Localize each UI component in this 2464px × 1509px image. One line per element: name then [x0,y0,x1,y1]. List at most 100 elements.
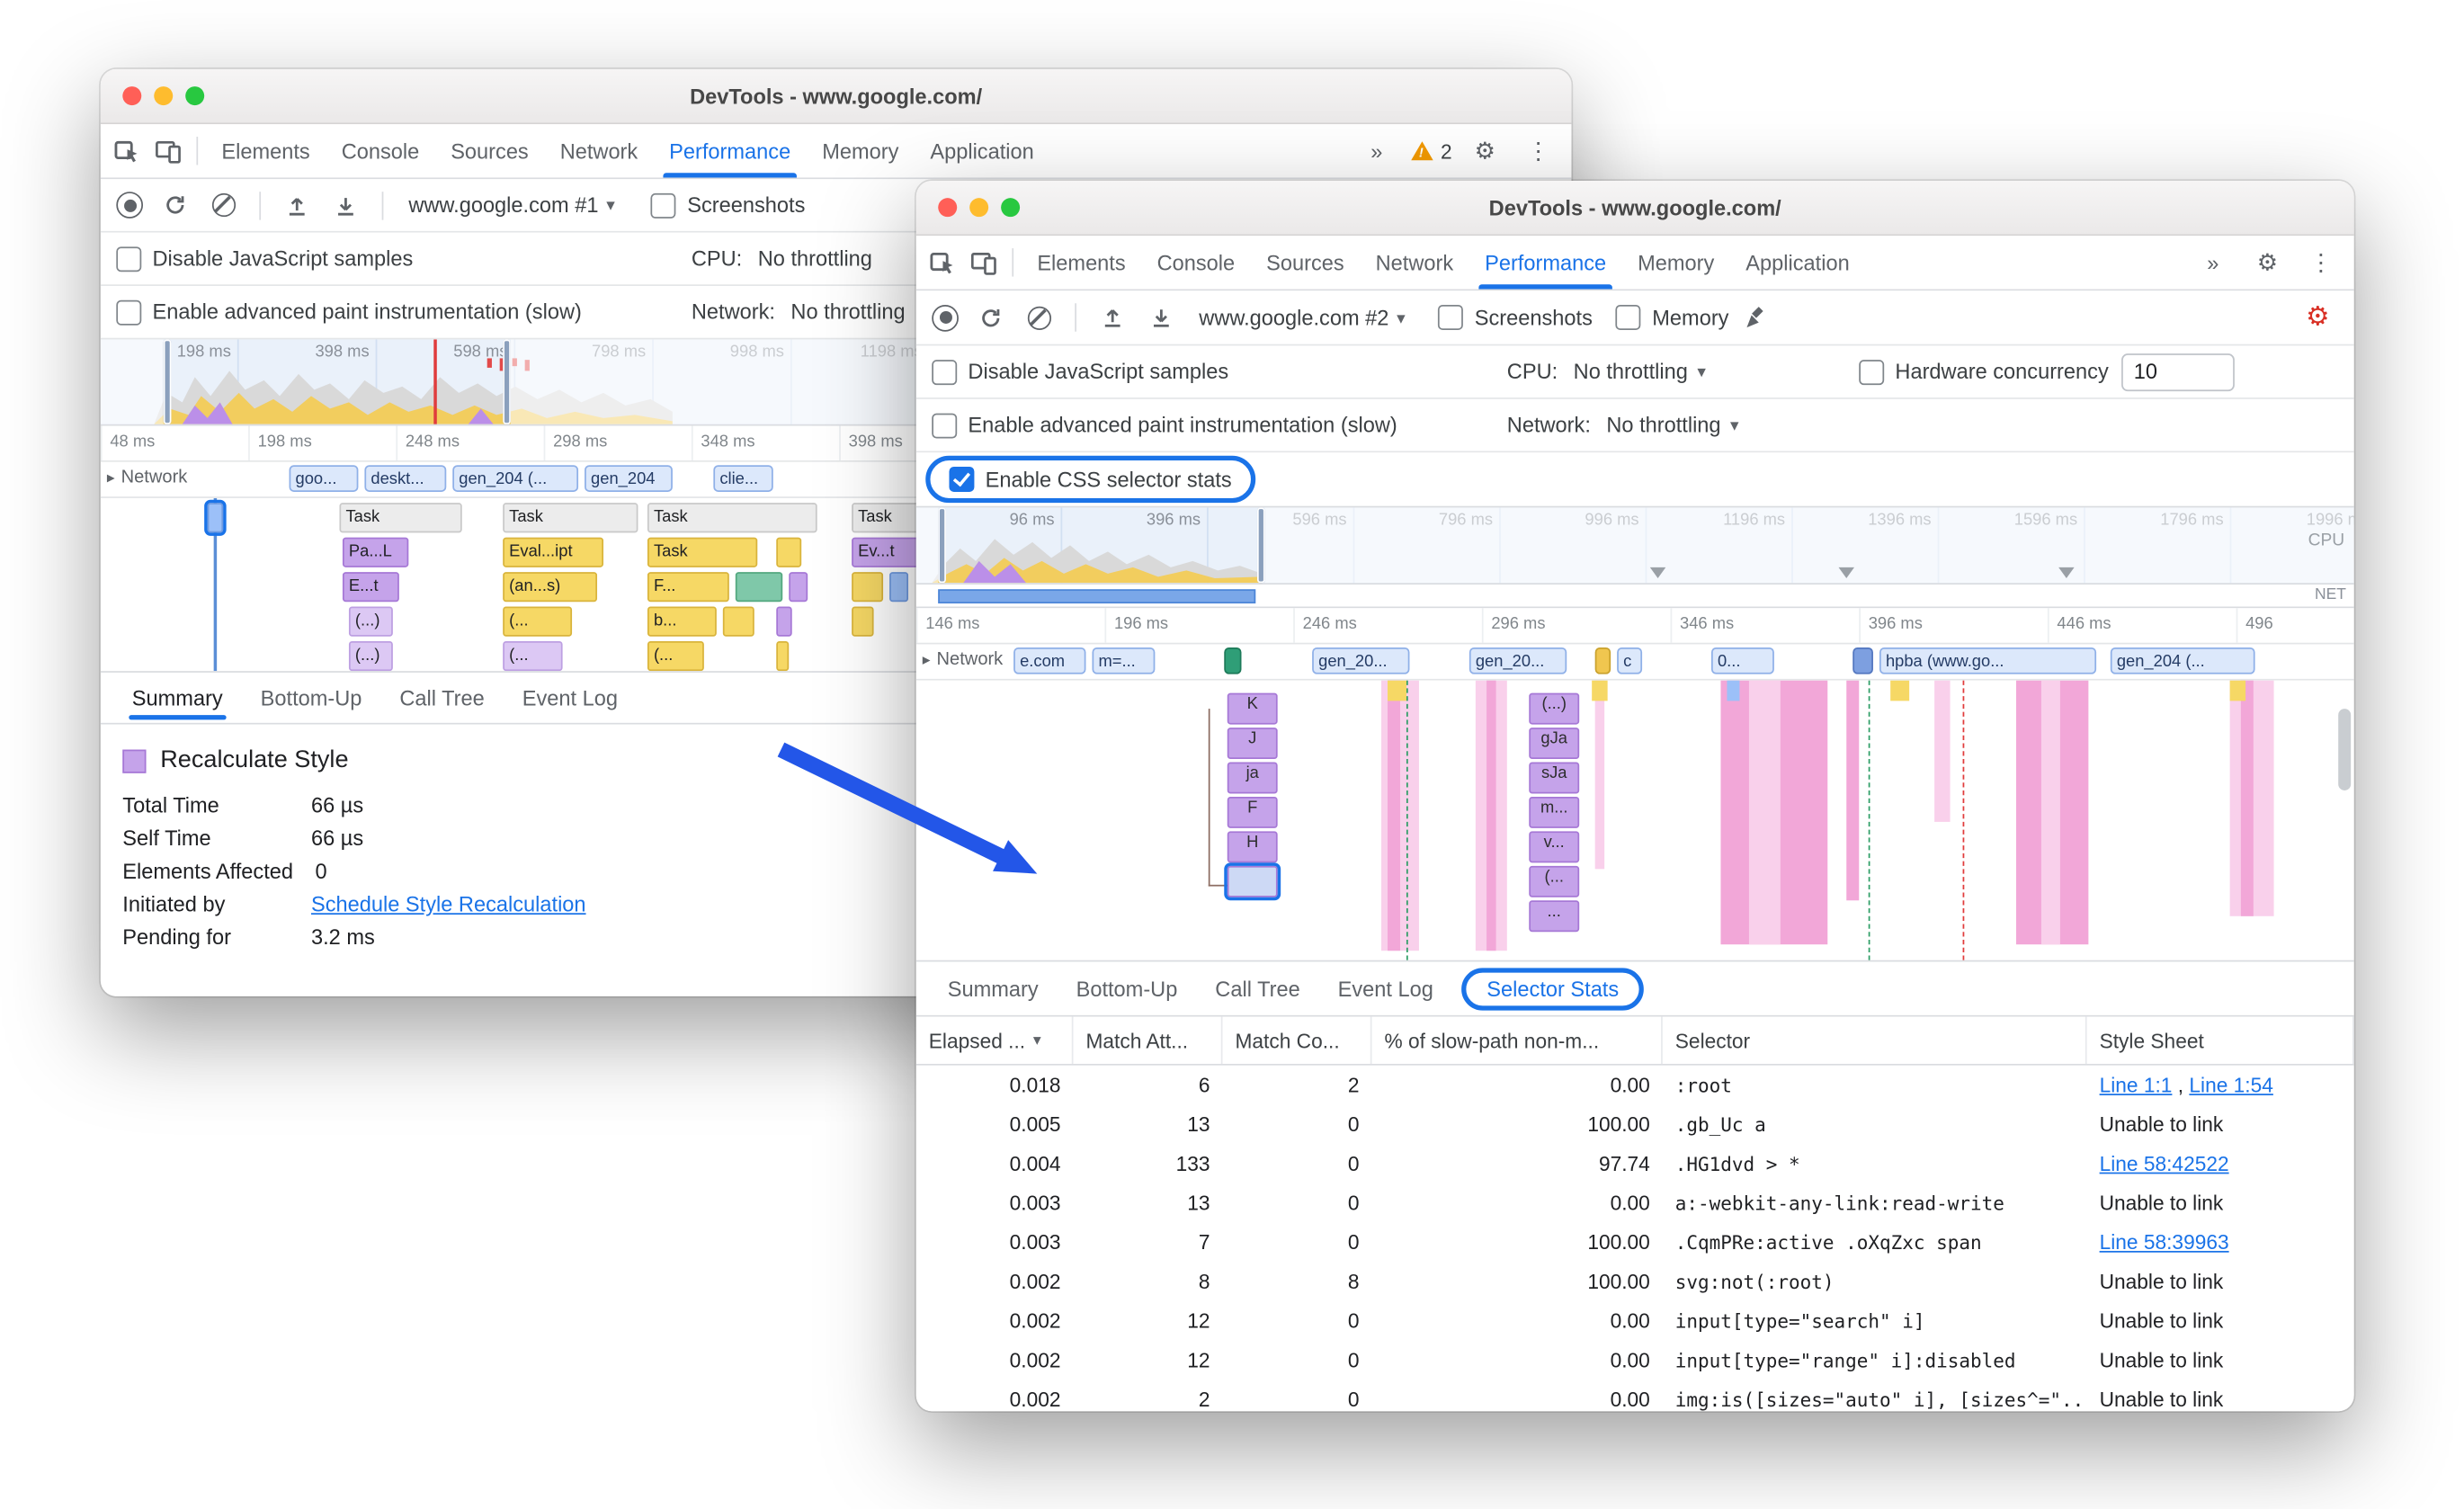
reload-and-record-icon[interactable] [969,306,1010,329]
more-tabs-chevron[interactable]: » [1355,139,1398,163]
download-profile-icon[interactable] [1141,307,1182,328]
device-toolbar-icon[interactable] [963,236,1004,289]
clear-icon[interactable] [1018,305,1058,330]
column-header-elapsed-[interactable]: Elapsed ... ▾ [916,1016,1074,1065]
collect-garbage-icon[interactable] [1736,305,1777,330]
cpu-throttling-select[interactable]: No throttling ▾ [1574,360,1706,383]
network-request[interactable] [1224,647,1242,674]
flame-block[interactable] [776,640,790,672]
tab-network[interactable]: Network [544,124,653,177]
table-row[interactable]: 0.004 133 0 97.74 .HG1dvd > * Line 58:42522 [916,1144,2354,1183]
upload-profile-icon[interactable] [1092,307,1132,328]
flame-block[interactable]: v... [1529,831,1580,863]
zoom-window-button[interactable] [1001,198,1021,218]
flame-block[interactable] [204,499,227,536]
selection-handle-right[interactable] [503,339,511,424]
network-throttling-select[interactable]: No throttling ▾ [1606,414,1738,437]
vertical-scrollbar[interactable] [2338,709,2352,790]
flame-block[interactable]: Task [647,537,758,567]
profile-history-select[interactable]: www.google.com #1 ▾ [399,193,625,217]
selection-handle-left[interactable] [163,339,172,424]
close-window-button[interactable] [938,198,958,218]
tab-summary[interactable]: Summary [932,969,1054,1008]
more-tabs-chevron[interactable]: » [2192,251,2235,274]
flame-block[interactable] [852,572,884,603]
minimize-window-button[interactable] [969,198,989,218]
titlebar[interactable]: DevTools - www.google.com/ [915,180,2354,237]
inspect-element-icon[interactable] [107,124,147,177]
table-row[interactable]: 0.018 6 2 0.00:root Line 1:1 , Line 1:54 [916,1066,2354,1105]
selection-handle-left[interactable] [938,507,946,584]
table-row[interactable]: 0.003 7 0 100.00 .CqmPRe:active .oXqZxc span… [916,1223,2354,1263]
flame-block[interactable]: m... [1529,796,1580,828]
minimize-window-button[interactable] [154,86,174,106]
zoom-window-button[interactable] [185,86,205,106]
tab-bottom-up[interactable]: Bottom-Up [1060,969,1193,1008]
hardware-concurrency-checkbox[interactable]: Hardware concurrency [1859,359,2109,385]
flame-block[interactable]: Eval...ipt [503,537,604,567]
advanced-paint-checkbox[interactable]: Enable advanced paint instrumentation (s… [932,412,1397,438]
column-header--of-slow-path-non-m-[interactable]: % of slow-path non-m... [1372,1016,1663,1065]
flame-block[interactable]: (... [503,640,563,672]
flame-block[interactable]: gJa [1529,728,1580,760]
enable-css-selector-stats-checkbox[interactable]: Enable CSS selector stats [949,466,1232,492]
download-profile-icon[interactable] [326,194,366,216]
stylesheet-link[interactable]: Line 1:54 [2189,1074,2272,1097]
tab-sources[interactable]: Sources [1251,236,1361,289]
flame-block[interactable] [789,572,808,603]
flame-block[interactable]: (... [647,640,704,672]
summary-value[interactable]: Schedule Style Recalculation [311,893,586,916]
tab-network[interactable]: Network [1360,236,1469,289]
advanced-paint-checkbox[interactable]: Enable advanced paint instrumentation (s… [116,299,582,325]
hardware-concurrency-input[interactable]: 10 [2120,353,2235,391]
flame-block[interactable]: E...t [342,572,399,603]
disable-js-samples-checkbox[interactable]: Disable JavaScript samples [932,359,1228,385]
issues-warning-badge[interactable]: 2 [1410,139,1452,163]
tab-application[interactable]: Application [915,124,1049,177]
flame-block[interactable]: F [1227,796,1278,828]
flame-block[interactable]: Pa...L [342,537,409,567]
network-request[interactable]: gen_204 [585,465,673,492]
column-header-selector[interactable]: Selector [1663,1016,2087,1065]
network-request[interactable]: e.com [1013,647,1086,674]
stylesheet-link[interactable]: Line 1:1 [2100,1074,2173,1097]
table-row[interactable]: 0.002 12 0 0.00 input[type="range" i]:disabl… [916,1341,2354,1380]
flame-block[interactable]: (...) [348,640,393,672]
tab-console[interactable]: Console [1141,236,1251,289]
network-request[interactable] [1852,647,1873,674]
main-thread-flame-chart[interactable]: K Jja F H (...) gJa sJa m... v... (...... [915,680,2354,962]
tab-performance[interactable]: Performance [1469,236,1622,290]
tab-selector-stats[interactable]: Selector Stats [1461,967,1645,1010]
stylesheet-link[interactable]: Line 58:42522 [2100,1152,2229,1175]
network-request[interactable]: 0... [1710,647,1774,674]
flame-block[interactable]: K [1227,692,1278,725]
titlebar[interactable]: DevTools - www.google.com/ [100,68,1572,125]
flame-block[interactable]: ... [1529,900,1580,933]
memory-checkbox[interactable]: Memory [1616,305,1728,330]
tab-summary[interactable]: Summary [116,678,238,719]
tab-event-log[interactable]: Event Log [506,678,633,718]
table-row[interactable]: 0.002 2 0 0.00 img:is([sizes="auto" i], [siz… [916,1380,2354,1411]
settings-gear-icon[interactable]: ⚙ [1465,137,1505,165]
tab-call-tree[interactable]: Call Tree [1200,969,1316,1008]
network-request[interactable]: gen_20... [1469,647,1567,674]
network-request[interactable]: gen_20... [1312,647,1410,674]
column-header-match-co-[interactable]: Match Co... [1223,1016,1372,1065]
tab-console[interactable]: Console [326,124,435,177]
cpu-throttling-select[interactable]: No throttling [758,246,872,270]
flame-block[interactable]: Task [503,503,638,533]
screenshots-checkbox[interactable]: Screenshots [1438,305,1593,330]
screenshots-checkbox[interactable]: Screenshots [651,192,805,219]
network-request[interactable]: c [1617,647,1643,674]
flame-block[interactable] [889,572,909,603]
disable-js-samples-checkbox[interactable]: Disable JavaScript samples [116,246,413,272]
record-button[interactable] [932,304,959,331]
selection-handle-right[interactable] [1256,507,1265,584]
flame-block[interactable]: Task [339,503,462,533]
flame-block[interactable]: (an...s) [503,572,598,603]
flame-block[interactable]: ja [1227,762,1278,794]
tab-sources[interactable]: Sources [435,124,545,177]
flame-block[interactable]: J [1227,728,1278,760]
flame-block[interactable] [722,606,754,637]
tab-memory[interactable]: Memory [807,124,915,177]
